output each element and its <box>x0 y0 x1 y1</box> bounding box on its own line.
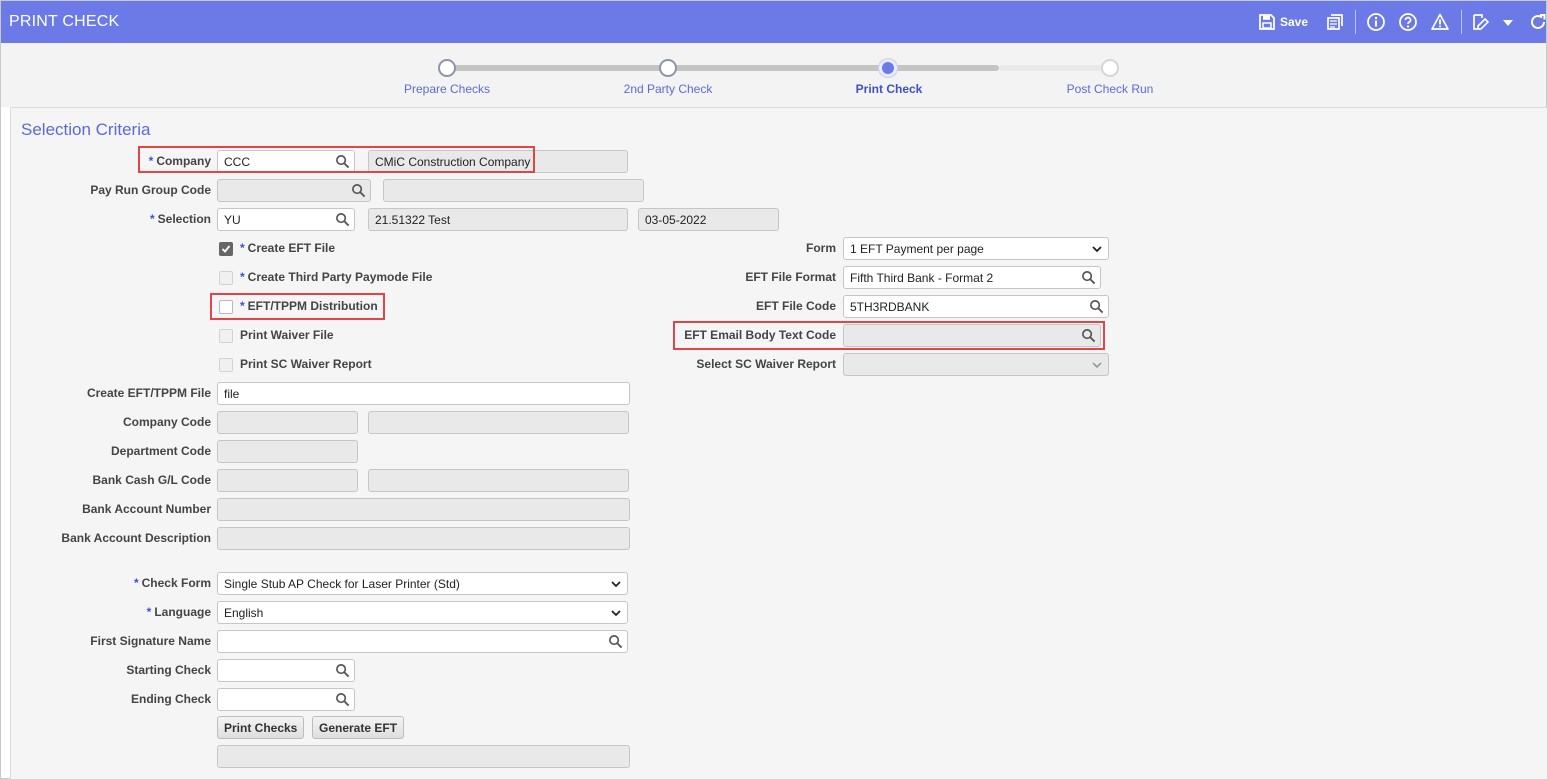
search-icon[interactable] <box>1089 299 1104 314</box>
wizard-step-4-label[interactable]: Post Check Run <box>1067 82 1154 96</box>
dropdown-caret-icon[interactable] <box>1498 12 1518 32</box>
bank-cash-gl-description <box>368 469 629 492</box>
print-sc-waiver-report-label: Print SC Waiver Report <box>240 357 372 371</box>
create-eft-file-label: * Create EFT File <box>240 241 336 255</box>
search-icon[interactable] <box>335 212 350 227</box>
language-select[interactable]: English <box>217 601 628 624</box>
bank-cash-gl-label: Bank Cash G/L Code <box>92 473 211 487</box>
select-sc-waiver-select[interactable] <box>843 353 1109 376</box>
wizard-step-3-label[interactable]: Print Check <box>856 82 923 96</box>
wizard-step-4-dot[interactable] <box>1101 59 1119 77</box>
page-title: PRINT CHECK <box>9 13 120 30</box>
search-icon[interactable] <box>335 663 350 678</box>
selection-date: 03-05-2022 <box>638 208 779 231</box>
eft-file-code-label: EFT File Code <box>755 299 836 313</box>
selection-description: 21.51322 Test <box>368 208 628 231</box>
report-icon[interactable] <box>1325 12 1345 32</box>
info-icon[interactable] <box>1366 12 1386 32</box>
chevron-down-icon <box>610 578 622 590</box>
print-waiver-file-label: Print Waiver File <box>240 328 334 342</box>
eft-file-format-input[interactable]: Fifth Third Bank - Format 2 <box>843 266 1101 289</box>
selection-input[interactable]: YU <box>217 208 355 231</box>
search-icon[interactable] <box>1081 270 1096 285</box>
generate-eft-button[interactable]: Generate EFT <box>312 716 405 739</box>
language-label: * Language <box>146 605 211 619</box>
company-code-description <box>368 411 629 434</box>
first-signature-label: First Signature Name <box>90 634 211 648</box>
create-eft-tppm-file-label: Create EFT/TPPM File <box>86 386 211 400</box>
section-title: Selection Criteria <box>21 120 151 139</box>
wizard-step-1-label[interactable]: Prepare Checks <box>404 82 490 96</box>
bank-account-description-input[interactable] <box>217 527 630 550</box>
bank-account-number-input[interactable] <box>217 498 630 521</box>
toolbar-divider <box>1355 10 1356 34</box>
print-checks-button[interactable]: Print Checks <box>217 716 305 739</box>
wizard-track-done <box>448 65 999 71</box>
wizard-track-todo <box>999 65 1109 71</box>
starting-check-input[interactable] <box>217 659 355 682</box>
pay-run-group-description <box>383 179 644 202</box>
create-eft-file-checkbox[interactable] <box>219 242 233 256</box>
search-icon[interactable] <box>351 183 366 198</box>
print-waiver-file-checkbox[interactable] <box>219 329 233 343</box>
starting-check-label: Starting Check <box>126 663 211 677</box>
wizard-step-1-dot[interactable] <box>438 59 456 77</box>
save-button[interactable]: Save <box>1280 15 1308 29</box>
eft-file-code-input[interactable]: 5TH3RDBANK <box>843 295 1109 318</box>
company-code-input[interactable] <box>217 411 358 434</box>
status-field <box>217 745 630 768</box>
top-bar: PRINT CHECK Save <box>1 1 1546 43</box>
department-code-input[interactable] <box>217 440 358 463</box>
toolbar-divider <box>1461 10 1462 34</box>
selection-label: * Selection <box>149 212 211 226</box>
help-icon[interactable] <box>1398 12 1418 32</box>
create-third-party-checkbox[interactable] <box>219 271 233 285</box>
pay-run-group-label: Pay Run Group Code <box>90 183 211 197</box>
eft-file-format-label: EFT File Format <box>745 270 836 284</box>
warning-icon[interactable] <box>1430 12 1450 32</box>
wizard-step-2-label[interactable]: 2nd Party Check <box>624 82 713 96</box>
highlight-box <box>138 146 535 173</box>
department-code-label: Department Code <box>110 444 211 458</box>
highlight-box <box>210 293 385 320</box>
check-form-select[interactable]: Single Stub AP Check for Laser Printer (… <box>217 572 628 595</box>
chevron-down-icon <box>1091 243 1103 255</box>
refresh-icon[interactable] <box>1528 12 1547 32</box>
highlight-box <box>673 321 1105 350</box>
pay-run-group-input[interactable] <box>217 179 371 202</box>
wizard-step-3-dot[interactable] <box>879 59 897 77</box>
save-icon[interactable] <box>1257 12 1277 32</box>
ending-check-label: Ending Check <box>130 692 211 706</box>
company-code-label: Company Code <box>122 415 211 429</box>
ending-check-input[interactable] <box>217 688 355 711</box>
bank-cash-gl-input[interactable] <box>217 469 358 492</box>
bank-account-description-label: Bank Account Description <box>61 531 211 545</box>
print-sc-waiver-report-checkbox[interactable] <box>219 358 233 372</box>
wizard-step-2-dot[interactable] <box>659 59 677 77</box>
create-eft-tppm-file-input[interactable]: file <box>217 382 630 405</box>
select-sc-waiver-label: Select SC Waiver Report <box>696 357 836 371</box>
bank-account-number-label: Bank Account Number <box>82 502 211 516</box>
form-select[interactable]: 1 EFT Payment per page <box>843 237 1109 260</box>
search-icon[interactable] <box>608 634 623 649</box>
wizard-steps: Prepare Checks 2nd Party Check Print Che… <box>1 43 1546 107</box>
check-form-label: * Check Form <box>133 576 211 590</box>
chevron-down-icon <box>610 607 622 619</box>
first-signature-input[interactable] <box>217 630 628 653</box>
form-label: Form <box>806 241 836 255</box>
chevron-down-icon <box>1091 359 1103 371</box>
search-icon[interactable] <box>335 692 350 707</box>
edit-icon[interactable] <box>1470 12 1490 32</box>
create-third-party-label: * Create Third Party Paymode File <box>240 270 433 284</box>
